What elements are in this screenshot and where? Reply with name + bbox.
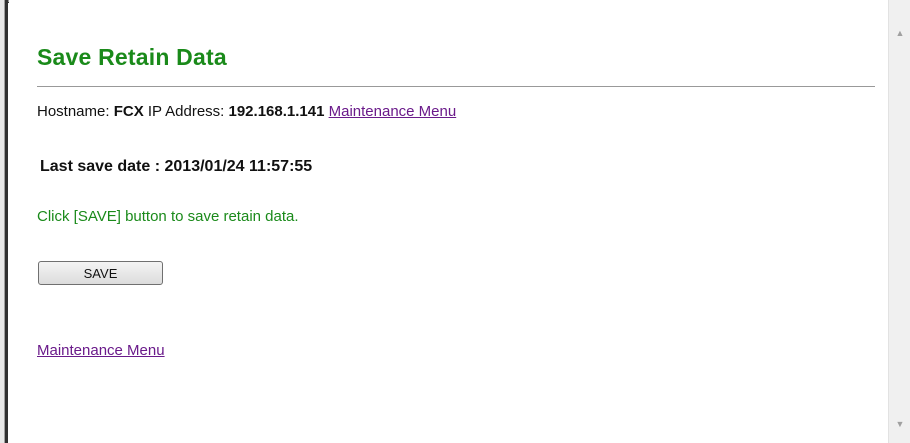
scroll-down-arrow-icon[interactable]: ▼ <box>889 415 910 433</box>
page-content: Save Retain Data Hostname: FCX IP Addres… <box>9 0 888 443</box>
vertical-scrollbar[interactable]: ▲ ▼ <box>888 0 910 443</box>
scroll-up-arrow-icon[interactable]: ▲ <box>889 24 910 42</box>
hostname-label: Hostname: <box>37 103 110 120</box>
hostname-value: FCX <box>113 103 144 120</box>
ip-address-label: IP Address: <box>147 103 225 120</box>
page-title: Save Retain Data <box>37 44 227 70</box>
host-info-line: Hostname: FCX IP Address: 192.168.1.141 … <box>37 103 456 120</box>
maintenance-menu-link-top[interactable]: Maintenance Menu <box>329 103 457 120</box>
title-divider <box>37 86 875 87</box>
save-instruction: Click [SAVE] button to save retain data. <box>37 208 299 225</box>
window-frame-left-inner <box>5 0 8 443</box>
last-save-date: Last save date : 2013/01/24 11:57:55 <box>40 158 313 175</box>
maintenance-menu-link-bottom[interactable]: Maintenance Menu <box>37 342 165 359</box>
browser-window: Save Retain Data Hostname: FCX IP Addres… <box>0 0 910 443</box>
ip-address-value: 192.168.1.141 <box>228 103 325 120</box>
save-button[interactable]: SAVE <box>38 261 163 285</box>
